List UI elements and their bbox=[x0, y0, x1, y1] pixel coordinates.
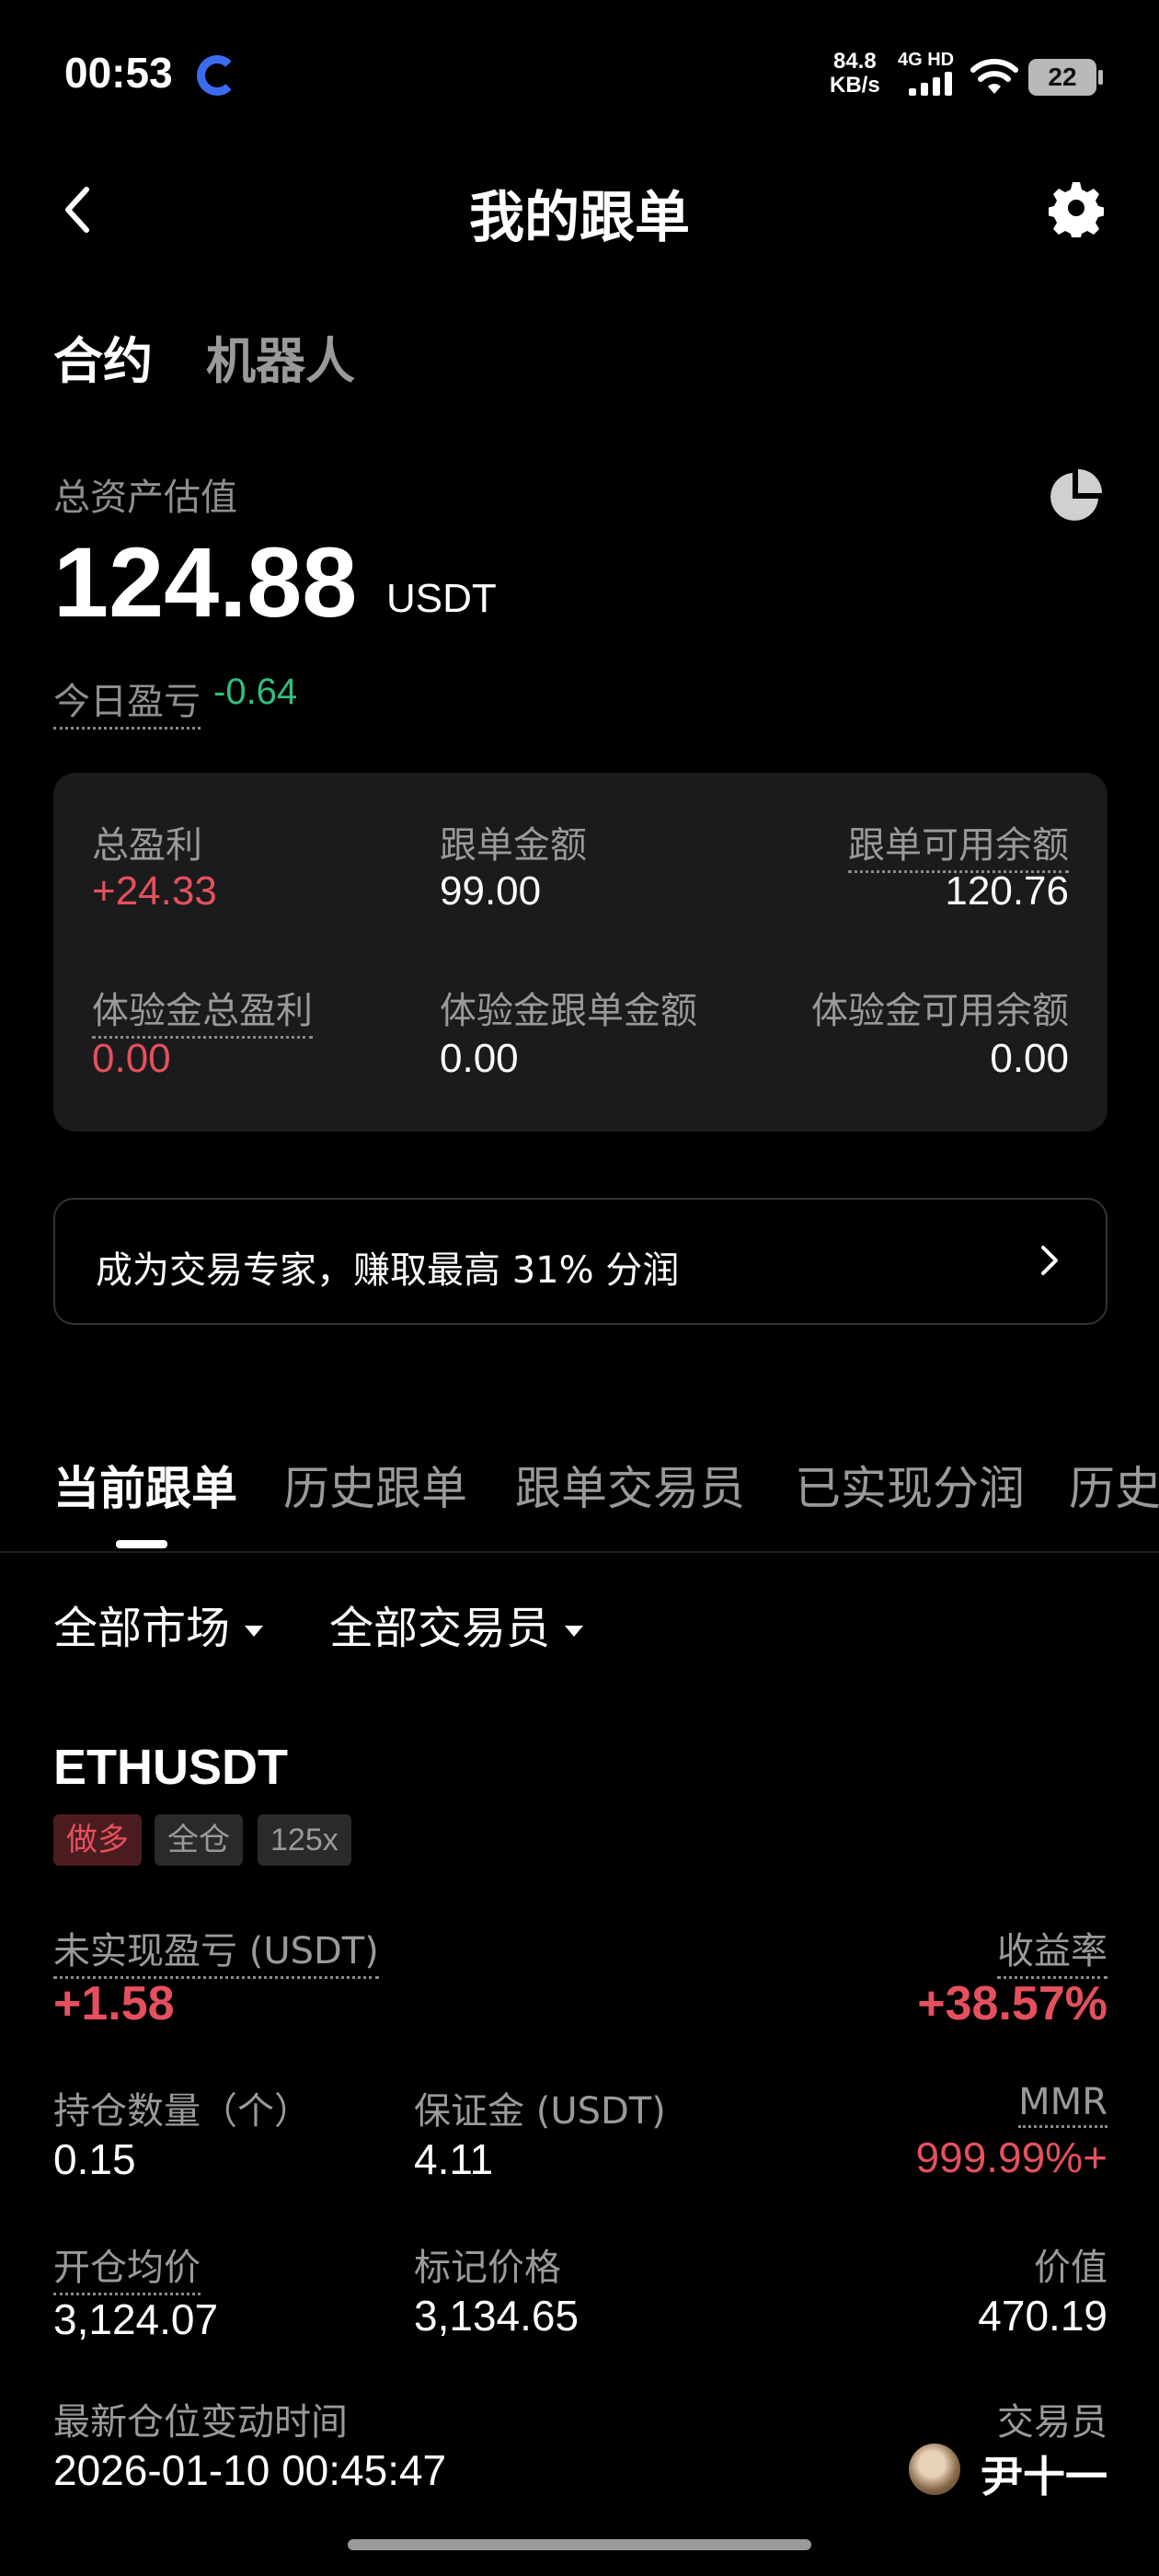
wifi-icon bbox=[970, 59, 1018, 94]
available-balance-value: 120.76 bbox=[945, 868, 1069, 914]
roi-value: +38.57% bbox=[917, 1977, 1107, 2030]
trial-follow-label: 体验金跟单金额 bbox=[440, 990, 697, 1032]
position-value-label: 价值 bbox=[1034, 2247, 1107, 2289]
network-type: 4G HD bbox=[898, 50, 955, 70]
today-pnl-value: -0.64 bbox=[213, 672, 298, 712]
trial-available-value: 0.00 bbox=[990, 1036, 1069, 1081]
trader-filter-label: 全部交易员 bbox=[329, 1603, 551, 1654]
caret-down-icon bbox=[245, 1626, 264, 1637]
signal-icon bbox=[909, 72, 955, 96]
quantity-value: 0.15 bbox=[53, 2135, 136, 2183]
mmr-label[interactable]: MMR bbox=[1018, 2081, 1107, 2128]
roi-label[interactable]: 收益率 bbox=[997, 1921, 1107, 1979]
market-filter-label: 全部市场 bbox=[53, 1603, 231, 1654]
unrealized-pnl-label[interactable]: 未实现盈亏 (USDT) bbox=[53, 1921, 379, 1979]
trial-profit-label[interactable]: 体验金总盈利 bbox=[92, 981, 313, 1039]
tab-current-follow[interactable]: 当前跟单 bbox=[53, 1452, 237, 1518]
entry-price-label[interactable]: 开仓均价 bbox=[53, 2237, 201, 2295]
chevron-right-icon bbox=[1041, 1246, 1058, 1275]
margin-value: 4.11 bbox=[414, 2135, 494, 2183]
net-speed-value: 84.8 bbox=[832, 49, 877, 74]
trader-avatar[interactable] bbox=[909, 2444, 960, 2495]
quantity-label: 持仓数量（个） bbox=[53, 2090, 311, 2133]
tab-history-more[interactable]: 历史 bbox=[1069, 1452, 1159, 1518]
page-title: 我的跟单 bbox=[469, 186, 690, 250]
mmr-value: 999.99%+ bbox=[915, 2133, 1107, 2181]
trial-follow-value: 0.00 bbox=[440, 1036, 519, 1081]
net-speed: 84.8 KB/s bbox=[830, 50, 880, 98]
entry-price-value: 3,124.07 bbox=[53, 2295, 219, 2343]
tab-history-follow[interactable]: 历史跟单 bbox=[283, 1452, 467, 1518]
trial-profit-value: 0.00 bbox=[92, 1036, 171, 1081]
active-tab-indicator bbox=[116, 1540, 167, 1548]
today-pnl-label[interactable]: 今日盈亏 bbox=[53, 672, 201, 730]
pie-chart-icon[interactable] bbox=[1047, 467, 1104, 524]
trial-available-label: 体验金可用余额 bbox=[811, 990, 1069, 1032]
total-asset-label: 总资产估值 bbox=[53, 477, 237, 519]
position-symbol[interactable]: ETHUSDT bbox=[53, 1739, 288, 1796]
caret-down-icon bbox=[565, 1626, 584, 1637]
net-speed-unit: KB/s bbox=[830, 73, 880, 98]
follow-amount-value: 99.00 bbox=[440, 868, 542, 914]
home-indicator[interactable] bbox=[348, 2539, 811, 2550]
tag-leverage: 125x bbox=[258, 1814, 351, 1866]
promo-text: 成为交易专家，赚取最高 31% 分润 bbox=[96, 1249, 680, 1292]
tab-contract[interactable]: 合约 bbox=[53, 320, 153, 393]
trader-label: 交易员 bbox=[997, 2401, 1107, 2444]
battery-icon: 22 bbox=[1028, 59, 1103, 96]
available-balance-label[interactable]: 跟单可用余额 bbox=[848, 815, 1069, 873]
divider bbox=[0, 1551, 1159, 1553]
gear-icon[interactable] bbox=[1049, 178, 1104, 237]
total-asset-unit: USDT bbox=[386, 576, 497, 621]
trader-name[interactable]: 尹十一 bbox=[981, 2444, 1107, 2504]
unrealized-pnl-value: +1.58 bbox=[53, 1977, 175, 2030]
position-value-value: 470.19 bbox=[978, 2292, 1107, 2340]
app-status-icon bbox=[197, 55, 237, 96]
market-filter[interactable]: 全部市场 bbox=[53, 1592, 264, 1656]
last-change-time-label: 最新仓位变动时间 bbox=[53, 2401, 348, 2444]
tab-realized-share[interactable]: 已实现分润 bbox=[795, 1452, 1025, 1518]
follow-amount-label: 跟单金额 bbox=[440, 824, 587, 867]
status-time: 00:53 bbox=[64, 49, 173, 97]
total-asset-value: 124.88 bbox=[53, 526, 358, 638]
become-expert-banner[interactable]: 成为交易专家，赚取最高 31% 分润 bbox=[53, 1198, 1107, 1325]
summary-card: 总盈利 +24.33 跟单金额 99.00 跟单可用余额 120.76 体验金总… bbox=[53, 773, 1107, 1132]
tab-follow-traders[interactable]: 跟单交易员 bbox=[515, 1452, 745, 1518]
tab-robot[interactable]: 机器人 bbox=[206, 320, 355, 393]
tag-cross: 全仓 bbox=[155, 1814, 243, 1866]
margin-label: 保证金 (USDT) bbox=[414, 2090, 666, 2133]
mark-price-value: 3,134.65 bbox=[414, 2292, 580, 2340]
tag-long: 做多 bbox=[53, 1814, 142, 1866]
mark-price-label: 标记价格 bbox=[414, 2247, 561, 2289]
total-profit-value: +24.33 bbox=[92, 868, 217, 914]
total-profit-label: 总盈利 bbox=[92, 824, 202, 867]
trader-filter[interactable]: 全部交易员 bbox=[329, 1592, 584, 1656]
last-change-time-value: 2026-01-10 00:45:47 bbox=[53, 2446, 447, 2494]
